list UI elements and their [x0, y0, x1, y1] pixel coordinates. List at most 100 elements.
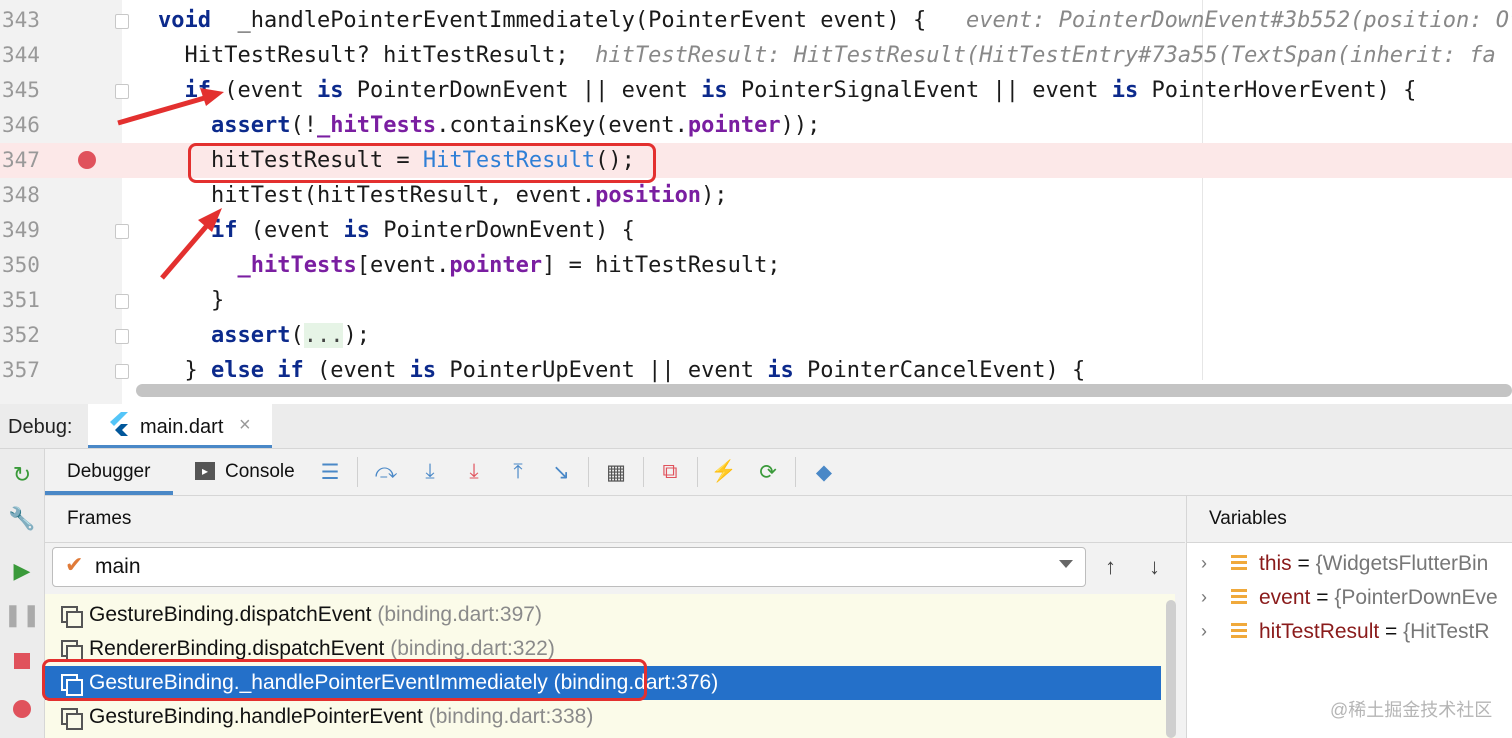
frame-method: GestureBinding.dispatchEvent — [89, 603, 372, 626]
debug-label: Debug: — [8, 416, 73, 438]
code-line[interactable]: 346 assert(!_hitTests.containsKey(event.… — [0, 108, 1512, 143]
line-number[interactable]: 344 — [2, 38, 52, 73]
code-token: is — [767, 358, 794, 383]
code-token: assert — [210, 323, 291, 348]
toolbar-separator — [588, 457, 589, 487]
equals-sign: = — [1310, 586, 1335, 609]
line-number[interactable]: 343 — [2, 3, 52, 38]
tab-debugger[interactable]: Debugger — [45, 449, 173, 495]
variable-row[interactable]: › hitTestResult = {HitTestR — [1187, 615, 1512, 648]
line-number[interactable]: 349 — [2, 213, 52, 248]
editor-horizontal-scrollbar[interactable] — [136, 384, 1512, 397]
code-token: _handlePointerEventImmediately(PointerEv… — [210, 8, 966, 33]
view-breakpoints-icon[interactable] — [8, 695, 36, 723]
code-token: is — [316, 78, 344, 103]
force-step-into-icon[interactable]: ⤓ — [461, 459, 487, 485]
frame-row[interactable]: GestureBinding.handlePointerEvent (bindi… — [45, 700, 1161, 734]
code-token: HitTestResult? hitTestResult; — [158, 43, 596, 68]
variable-row[interactable]: › event = {PointerDownEve — [1187, 581, 1512, 614]
fold-marker-icon[interactable] — [115, 294, 129, 309]
settings-wrench-icon[interactable]: 🔧 — [8, 505, 36, 533]
code-line[interactable]: 348 hitTest(hitTestResult, event.positio… — [0, 178, 1512, 213]
code-token: PointerUpEvent || event — [436, 358, 768, 383]
code-token: } — [158, 358, 211, 383]
code-token: ] = hitTestResult; — [542, 253, 781, 278]
code-token: is — [1111, 78, 1139, 103]
tab-label: main.dart — [140, 416, 224, 438]
fold-marker-icon[interactable] — [115, 329, 129, 344]
chevron-right-icon[interactable]: › — [1201, 547, 1207, 580]
code-token: pointer — [449, 253, 543, 278]
code-editor[interactable]: 343 void _handlePointerEventImmediately(P… — [0, 0, 1512, 404]
drop-frame-icon[interactable]: ⧉ — [657, 459, 683, 485]
chevron-right-icon[interactable]: › — [1201, 581, 1207, 614]
debugger-toolbar: Debugger ▸ Console ☰ ⤼ ⤓ ⤓ ⤒ ↘ ▦ ⧉ ⚡ ⟳ ◆ — [45, 449, 1512, 496]
breakpoint-icon[interactable] — [78, 151, 96, 169]
tab-main-dart[interactable]: main.dart × — [88, 404, 272, 448]
evaluate-icon[interactable]: ▦ — [603, 459, 629, 485]
code-line[interactable]: 349 if (event is PointerDownEvent) { — [0, 213, 1512, 248]
frame-row[interactable]: GestureBinding.dispatchEvent (binding.da… — [45, 598, 1161, 632]
frames-scrollbar[interactable] — [1166, 600, 1176, 738]
code-line[interactable]: 357 } else if (event is PointerUpEvent |… — [0, 353, 1512, 388]
fold-marker-icon[interactable] — [115, 224, 129, 239]
devtools-icon[interactable]: ◆ — [811, 459, 837, 485]
code-line[interactable]: 350 _hitTests[event.pointer] = hitTestRe… — [0, 248, 1512, 283]
line-number[interactable]: 352 — [2, 318, 52, 353]
code-line[interactable]: 345 if (event is PointerDownEvent || eve… — [0, 73, 1512, 108]
code-line[interactable]: 351 } — [0, 283, 1512, 318]
code-token: is — [701, 78, 728, 103]
arrow-down-icon[interactable]: ↓ — [1149, 554, 1160, 580]
line-number[interactable]: 346 — [2, 108, 52, 143]
variables-header: Variables — [1186, 496, 1512, 543]
code-text: HitTestResult? hitTestResult; hitTestRes… — [158, 38, 1495, 73]
code-token: (! — [290, 113, 317, 138]
list-icon[interactable]: ☰ — [317, 459, 343, 485]
code-line[interactable]: 352 assert(...); — [0, 318, 1512, 353]
fold-marker-icon[interactable] — [115, 14, 129, 29]
resume-icon[interactable]: ▶ — [8, 557, 36, 585]
line-number[interactable]: 348 — [2, 178, 52, 213]
field-icon — [1231, 623, 1247, 639]
code-token: position — [595, 183, 702, 208]
code-token: PointerDownEvent || event — [343, 78, 702, 103]
close-icon[interactable]: × — [239, 414, 251, 437]
line-number[interactable]: 357 — [2, 353, 52, 388]
code-token: pointer — [687, 113, 781, 138]
thread-selector[interactable]: ✔ main — [52, 547, 1086, 587]
frame-location: (binding.dart:397) — [377, 603, 542, 626]
pause-icon[interactable]: ❚❚ — [4, 601, 41, 629]
code-line[interactable]: 343 void _handlePointerEventImmediately(P… — [0, 3, 1512, 38]
rerun-icon[interactable]: ↻ — [8, 461, 36, 489]
line-number[interactable]: 350 — [2, 248, 52, 283]
step-out-icon[interactable]: ⤒ — [505, 459, 531, 485]
line-number[interactable]: 345 — [2, 73, 52, 108]
fold-marker-icon[interactable] — [115, 364, 129, 379]
arrow-up-icon[interactable]: ↑ — [1105, 554, 1116, 580]
annotation-box-selected-frame — [42, 659, 647, 701]
chevron-right-icon[interactable]: › — [1201, 615, 1207, 648]
watermark: @稀土掘金技术社区 — [1330, 700, 1493, 720]
code-token: PointerHoverEvent) { — [1138, 78, 1417, 103]
tab-console-label: Console — [225, 461, 295, 482]
equals-sign: = — [1379, 620, 1404, 643]
code-token: if — [184, 78, 212, 103]
step-into-icon[interactable]: ⤓ — [417, 459, 443, 485]
tab-console[interactable]: ▸ Console — [195, 449, 295, 495]
step-over-icon[interactable]: ⤼ — [373, 459, 399, 485]
code-text: assert(...); — [158, 318, 370, 353]
line-number[interactable]: 351 — [2, 283, 52, 318]
code-line[interactable]: 344 HitTestResult? hitTestResult; hitTes… — [0, 38, 1512, 73]
code-token: hitTest(hitTestResult, event. — [158, 183, 596, 208]
frames-header: Frames — [45, 496, 1185, 543]
variable-row[interactable]: › this = {WidgetsFlutterBin — [1187, 547, 1512, 580]
fold-marker-icon[interactable] — [115, 84, 129, 99]
thread-value: main — [95, 555, 141, 578]
frame-icon-overlay — [66, 713, 83, 730]
hot-reload-icon[interactable]: ⚡ — [711, 459, 737, 485]
hot-restart-icon[interactable]: ⟳ — [755, 459, 781, 485]
run-to-cursor-icon[interactable]: ↘ — [548, 459, 574, 485]
stop-icon[interactable] — [8, 647, 36, 675]
line-number[interactable]: 347 — [2, 143, 52, 178]
